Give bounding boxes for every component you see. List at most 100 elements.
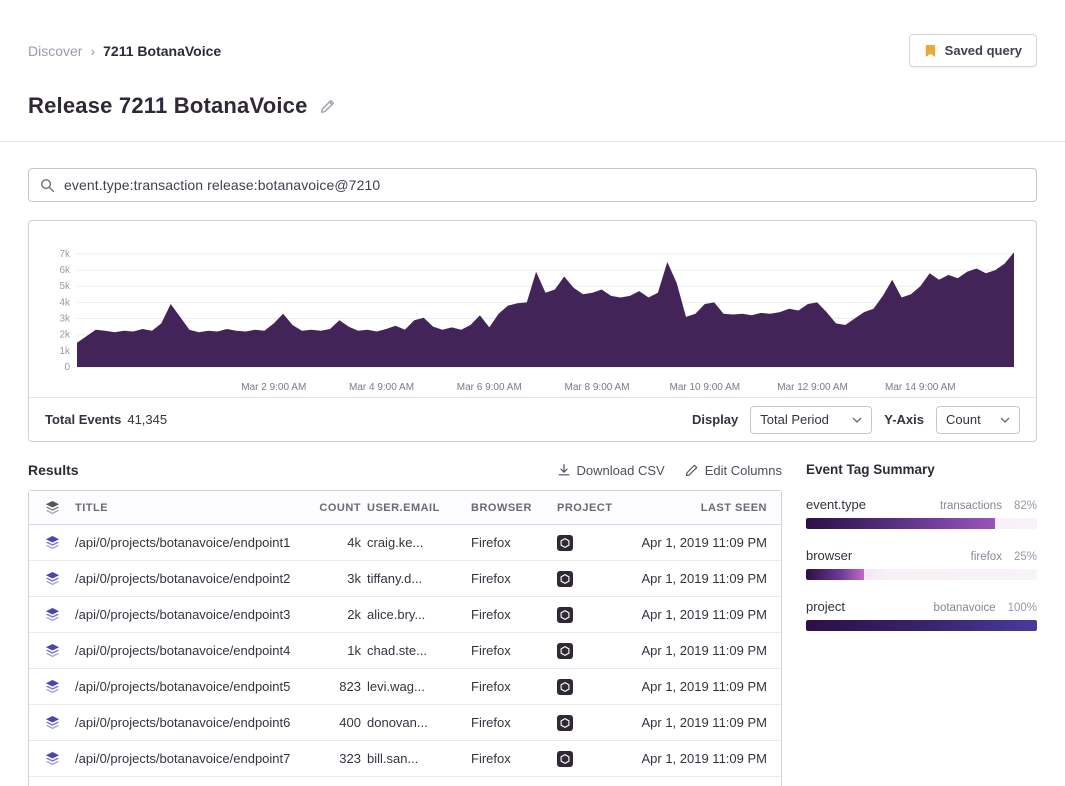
column-header-title[interactable]: Title [75, 502, 311, 514]
breadcrumb-current: 7211 BotanaVoice [103, 43, 221, 59]
display-select-value: Total Period [760, 412, 829, 427]
row-browser: Firefox [471, 607, 557, 622]
row-title-link[interactable]: /api/0/projects/botanavoice/endpoint4 [75, 643, 311, 658]
search-icon [40, 178, 55, 193]
row-title-link[interactable]: /api/0/projects/botanavoice/endpoint1 [75, 535, 311, 550]
display-label: Display [692, 412, 738, 427]
chevron-down-icon [1000, 417, 1010, 423]
results-heading: Results [28, 462, 79, 478]
table-row[interactable]: /api/0/projects/botanavoice/endpoint2 3k… [29, 561, 781, 597]
row-title-link[interactable]: /api/0/projects/botanavoice/endpoint2 [75, 571, 311, 586]
project-icon [557, 751, 621, 767]
y-axis-select-value: Count [946, 412, 981, 427]
table-header-row: Title Count User.Email Browser Project L… [29, 491, 781, 525]
tag-name: project [806, 599, 845, 614]
row-user-email: craig.ke... [367, 535, 471, 550]
row-browser: Firefox [471, 751, 557, 766]
column-header-project[interactable]: Project [557, 502, 621, 514]
x-axis-tick-label: Mar 6 9:00 AM [457, 382, 522, 393]
tag-summary-item: project botanavoice 100% [806, 599, 1037, 631]
row-browser: Firefox [471, 643, 557, 658]
table-row[interactable]: /api/0/projects/botanavoice/endpoint7 32… [29, 741, 781, 777]
layers-icon [29, 751, 75, 766]
y-axis-tick-label: 0 [64, 362, 70, 373]
table-row[interactable]: /api/0/projects/botanavoice/endpoint1 4k… [29, 525, 781, 561]
download-csv-label: Download CSV [577, 463, 665, 478]
row-title-link[interactable]: /api/0/projects/botanavoice/endpoint5 [75, 679, 311, 694]
y-axis-select[interactable]: Count [936, 406, 1020, 434]
events-chart[interactable]: 01k2k3k4k5k6k7kMar 2 9:00 AMMar 4 9:00 A… [29, 221, 1036, 397]
table-row[interactable]: /api/0/projects/botanavoice/endpoint8 31… [29, 777, 781, 786]
events-area-series [77, 252, 1014, 367]
table-row[interactable]: /api/0/projects/botanavoice/endpoint6 40… [29, 705, 781, 741]
tag-distribution-bar[interactable] [806, 518, 1037, 529]
download-csv-button[interactable]: Download CSV [557, 463, 665, 478]
row-count: 823 [311, 679, 367, 694]
page-title: Release 7211 BotanaVoice [28, 93, 308, 119]
row-user-email: chad.ste... [367, 643, 471, 658]
tag-top-value: firefox [971, 551, 1002, 563]
row-last-seen: Apr 1, 2019 11:09 PM [621, 643, 781, 658]
x-axis-tick-label: Mar 10 9:00 AM [669, 382, 740, 393]
row-count: 1k [311, 643, 367, 658]
tag-top-value: transactions [940, 500, 1002, 512]
project-icon [557, 607, 621, 623]
edit-columns-button[interactable]: Edit Columns [685, 463, 782, 478]
search-bar[interactable]: event.type:transaction release:botanavoi… [28, 168, 1037, 202]
tag-distribution-bar[interactable] [806, 569, 1037, 580]
row-title-link[interactable]: /api/0/projects/botanavoice/endpoint3 [75, 607, 311, 622]
table-row[interactable]: /api/0/projects/botanavoice/endpoint3 2k… [29, 597, 781, 633]
project-icon [557, 715, 621, 731]
project-icon [557, 679, 621, 695]
row-title-link[interactable]: /api/0/projects/botanavoice/endpoint6 [75, 715, 311, 730]
project-icon [557, 535, 621, 551]
download-icon [557, 463, 571, 477]
breadcrumb-discover[interactable]: Discover [28, 43, 82, 59]
y-axis-tick-label: 5k [59, 281, 71, 292]
tag-distribution-fill [806, 620, 1037, 631]
y-axis-tick-label: 6k [59, 265, 71, 276]
event-tag-summary-heading: Event Tag Summary [806, 462, 1037, 477]
saved-query-label: Saved query [945, 43, 1022, 58]
table-row[interactable]: /api/0/projects/botanavoice/endpoint4 1k… [29, 633, 781, 669]
search-query-input[interactable]: event.type:transaction release:botanavoi… [64, 177, 380, 193]
row-browser: Firefox [471, 679, 557, 694]
row-browser: Firefox [471, 571, 557, 586]
tag-summary-item: browser firefox 25% [806, 548, 1037, 580]
x-axis-tick-label: Mar 4 9:00 AM [349, 382, 414, 393]
table-body: /api/0/projects/botanavoice/endpoint1 4k… [29, 525, 781, 786]
layers-icon [29, 643, 75, 658]
tag-distribution-bar[interactable] [806, 620, 1037, 631]
tag-percent: 25% [1014, 551, 1037, 563]
project-icon [557, 643, 621, 659]
layers-icon [29, 607, 75, 622]
results-table: Title Count User.Email Browser Project L… [28, 490, 782, 786]
layers-icon [29, 679, 75, 694]
page-header: Discover › 7211 BotanaVoice Saved query … [0, 0, 1065, 142]
tag-percent: 100% [1008, 602, 1037, 614]
tag-percent: 82% [1014, 500, 1037, 512]
display-select[interactable]: Total Period [750, 406, 872, 434]
y-axis-tick-label: 3k [59, 314, 71, 325]
breadcrumb-separator-icon: › [90, 43, 95, 59]
saved-query-button[interactable]: Saved query [909, 34, 1037, 67]
event-tag-summary-panel: Event Tag Summary event.type transaction… [806, 462, 1037, 786]
events-chart-svg: 01k2k3k4k5k6k7kMar 2 9:00 AMMar 4 9:00 A… [41, 233, 1022, 395]
column-header-browser[interactable]: Browser [471, 502, 557, 514]
column-header-user-email[interactable]: User.Email [367, 502, 471, 514]
x-axis-tick-label: Mar 14 9:00 AM [885, 382, 956, 393]
row-last-seen: Apr 1, 2019 11:09 PM [621, 571, 781, 586]
row-count: 4k [311, 535, 367, 550]
table-row[interactable]: /api/0/projects/botanavoice/endpoint5 82… [29, 669, 781, 705]
edit-title-pencil-icon[interactable] [320, 98, 336, 114]
column-header-last-seen[interactable]: Last Seen [621, 502, 781, 514]
row-title-link[interactable]: /api/0/projects/botanavoice/endpoint7 [75, 751, 311, 766]
tag-top-value: botanavoice [934, 602, 996, 614]
row-count: 3k [311, 571, 367, 586]
column-header-count[interactable]: Count [311, 502, 367, 514]
x-axis-tick-label: Mar 2 9:00 AM [241, 382, 306, 393]
pencil-icon [685, 463, 699, 477]
project-icon [557, 571, 621, 587]
tag-name: browser [806, 548, 852, 563]
y-axis-label: Y-Axis [884, 412, 924, 427]
